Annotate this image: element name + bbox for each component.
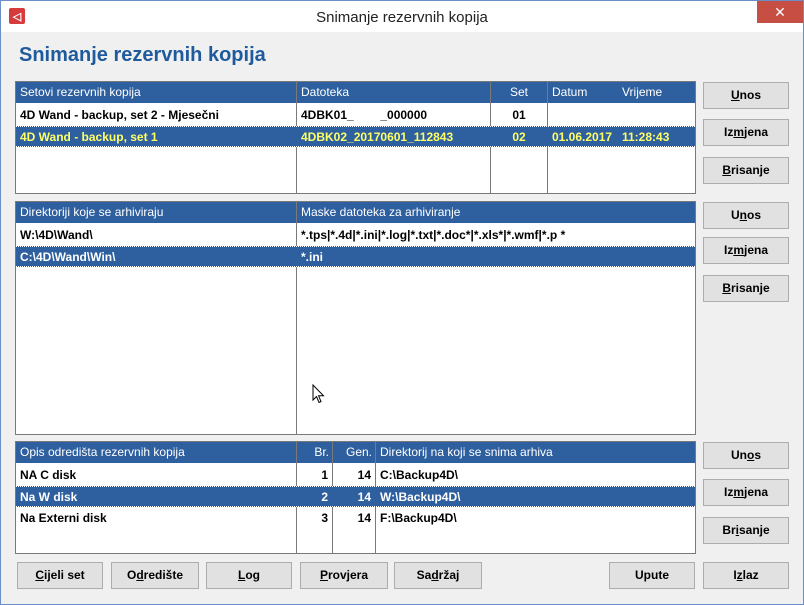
table-row[interactable]: 4D Wand - backup, set 2 - Mjesečni 4DBK0… — [16, 105, 695, 126]
br-cell: 3 — [321, 511, 328, 525]
table-header: Setovi rezervnih kopija Datoteka Set Dat… — [16, 82, 695, 103]
table-row[interactable]: NA C disk 1 14 C:\Backup4D\ — [16, 465, 695, 486]
dir-cell: W:\4D\Wand\ — [20, 228, 93, 242]
table-header: Opis odredišta rezervnih kopija Br. Gen.… — [16, 442, 695, 463]
log-button[interactable]: Log — [206, 562, 292, 589]
title-bar[interactable]: ◁ Snimanje rezervnih kopija ✕ — [1, 1, 803, 32]
dest-edit-button[interactable]: Izmjena — [703, 479, 789, 506]
col-header-time[interactable]: Vrijeme — [618, 82, 695, 103]
time-cell: 11:28:43 — [622, 130, 670, 144]
backup-sets-table[interactable]: Setovi rezervnih kopija Datoteka Set Dat… — [15, 81, 696, 194]
table-row-selected[interactable]: C:\4D\Wand\Win\ *.ini — [16, 246, 695, 267]
col-header-gen[interactable]: Gen. — [333, 442, 376, 463]
desc-cell: NA C disk — [20, 468, 77, 482]
gen-cell: 14 — [357, 468, 371, 482]
col-header-set[interactable]: Set — [491, 82, 547, 103]
col-header-set-name[interactable]: Setovi rezervnih kopija — [16, 82, 297, 103]
mask-cell: *.ini — [301, 250, 324, 264]
col-header-desc[interactable]: Opis odredišta rezervnih kopija — [16, 442, 297, 463]
table-row-selected[interactable]: 4D Wand - backup, set 1 4DBK02_20170601_… — [16, 126, 695, 147]
dest-dir-cell: C:\Backup4D\ — [380, 468, 459, 482]
close-icon: ✕ — [774, 3, 786, 20]
col-header-dirs[interactable]: Direktoriji koje se arhiviraju — [16, 202, 297, 223]
col-header-masks[interactable]: Maske datoteka za arhiviranje — [297, 202, 695, 223]
dir-cell: C:\4D\Wand\Win\ — [20, 250, 116, 264]
set-cell: 01 — [512, 108, 526, 122]
close-button[interactable]: ✕ — [757, 1, 803, 23]
col-header-br[interactable]: Br. — [297, 442, 333, 463]
table-row[interactable]: Na Externi disk 3 14 F:\Backup4D\ — [16, 508, 695, 529]
date-cell: 01.06.2017 — [552, 130, 613, 144]
set-name-cell: 4D Wand - backup, set 1 — [20, 130, 158, 144]
time-cell — [618, 105, 695, 126]
sets-delete-button[interactable]: Brisanje — [703, 157, 789, 184]
dest-delete-button[interactable]: Brisanje — [703, 517, 789, 544]
col-header-file[interactable]: Datoteka — [297, 82, 491, 103]
col-header-dest-dir[interactable]: Direktorij na koji se snima arhiva — [376, 442, 695, 463]
dirs-add-button[interactable]: Unos — [703, 202, 789, 229]
col-header-date[interactable]: Datum — [548, 82, 618, 103]
gen-cell: 14 — [357, 490, 371, 504]
archive-dirs-table[interactable]: Direktoriji koje se arhiviraju Maske dat… — [15, 201, 696, 435]
backup-destinations-table[interactable]: Opis odredišta rezervnih kopija Br. Gen.… — [15, 441, 696, 554]
sets-edit-button[interactable]: Izmjena — [703, 119, 789, 146]
sets-add-button[interactable]: Unos — [703, 82, 789, 109]
full-set-button[interactable]: Cijeli set — [17, 562, 103, 589]
mask-cell: *.tps|*.4d|*.ini|*.log|*.txt|*.doc*|*.xl… — [301, 228, 566, 242]
page-title: Snimanje rezervnih kopija — [19, 44, 266, 66]
gen-cell: 14 — [357, 511, 371, 525]
window-title: Snimanje rezervnih kopija — [316, 9, 488, 26]
br-cell: 2 — [321, 490, 328, 504]
table-row-selected[interactable]: Na W disk 2 14 W:\Backup4D\ — [16, 486, 695, 507]
desc-cell: Na Externi disk — [20, 511, 107, 525]
desc-cell: Na W disk — [20, 490, 78, 504]
dirs-delete-button[interactable]: Brisanje — [703, 275, 789, 302]
br-cell: 1 — [321, 468, 328, 482]
table-header: Direktoriji koje se arhiviraju Maske dat… — [16, 202, 695, 223]
date-cell — [548, 105, 618, 126]
dest-dir-cell: W:\Backup4D\ — [380, 490, 461, 504]
file-cell: 4DBK02_20170601_112843 — [301, 130, 454, 144]
instructions-button[interactable]: Upute — [609, 562, 695, 589]
file-cell: 4DBK01_ _000000 — [301, 108, 428, 122]
table-row[interactable]: W:\4D\Wand\ *.tps|*.4d|*.ini|*.log|*.txt… — [16, 225, 695, 246]
dest-add-button[interactable]: Unos — [703, 442, 789, 469]
dirs-edit-button[interactable]: Izmjena — [703, 237, 789, 264]
dest-dir-cell: F:\Backup4D\ — [380, 511, 457, 525]
verify-button[interactable]: Provjera — [300, 562, 388, 589]
contents-button[interactable]: Sadržaj — [394, 562, 482, 589]
backup-window: ◁ Snimanje rezervnih kopija ✕ Snimanje r… — [0, 0, 804, 605]
set-cell: 02 — [512, 130, 526, 144]
mouse-cursor-icon — [312, 384, 325, 404]
set-name-cell: 4D Wand - backup, set 2 - Mjesečni — [20, 108, 219, 122]
exit-button[interactable]: Izlaz — [703, 562, 789, 589]
destination-button[interactable]: Odredište — [111, 562, 199, 589]
